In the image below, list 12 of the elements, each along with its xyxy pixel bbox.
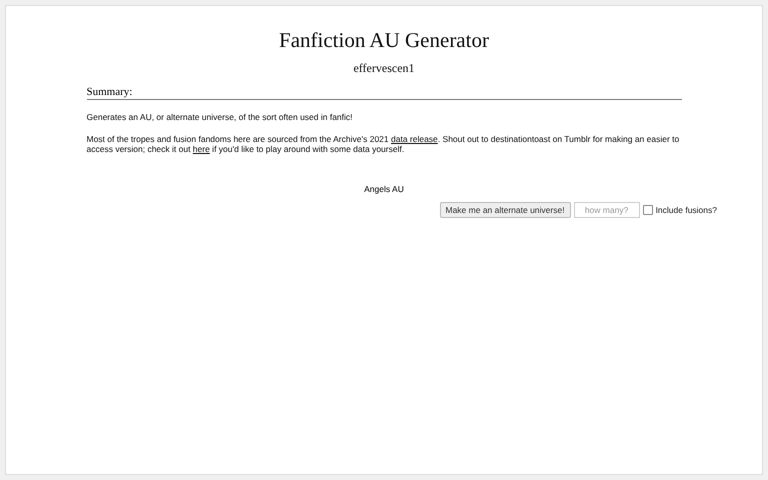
fusions-label: Include fusions? — [656, 205, 717, 215]
text-link[interactable]: data release — [391, 134, 438, 144]
summary-paragraph: Generates an AU, or alternate universe, of the sort often used in fanfic! — [86, 112, 354, 122]
summary-heading: Summary: — [86, 86, 682, 100]
text-link[interactable]: here — [192, 144, 210, 154]
summary-paragraph: Most of the tropes and fusion fandoms here are sourced from the Archive's 2021 data release. Shout out to destinationtoast on Tumblr for making an easier to access version; check it out here if you'd like to play around with some data yourself. — [86, 134, 680, 154]
count-input-field[interactable]: how many? — [574, 202, 640, 218]
page-title: Fanfiction AU Generator — [279, 28, 489, 53]
generate-button[interactable]: Make me an alternate universe! — [440, 202, 571, 218]
author-name: effervescen1 — [353, 61, 415, 76]
fusions-checkbox[interactable] — [642, 205, 653, 215]
generated-au: Angels AU — [363, 184, 405, 194]
